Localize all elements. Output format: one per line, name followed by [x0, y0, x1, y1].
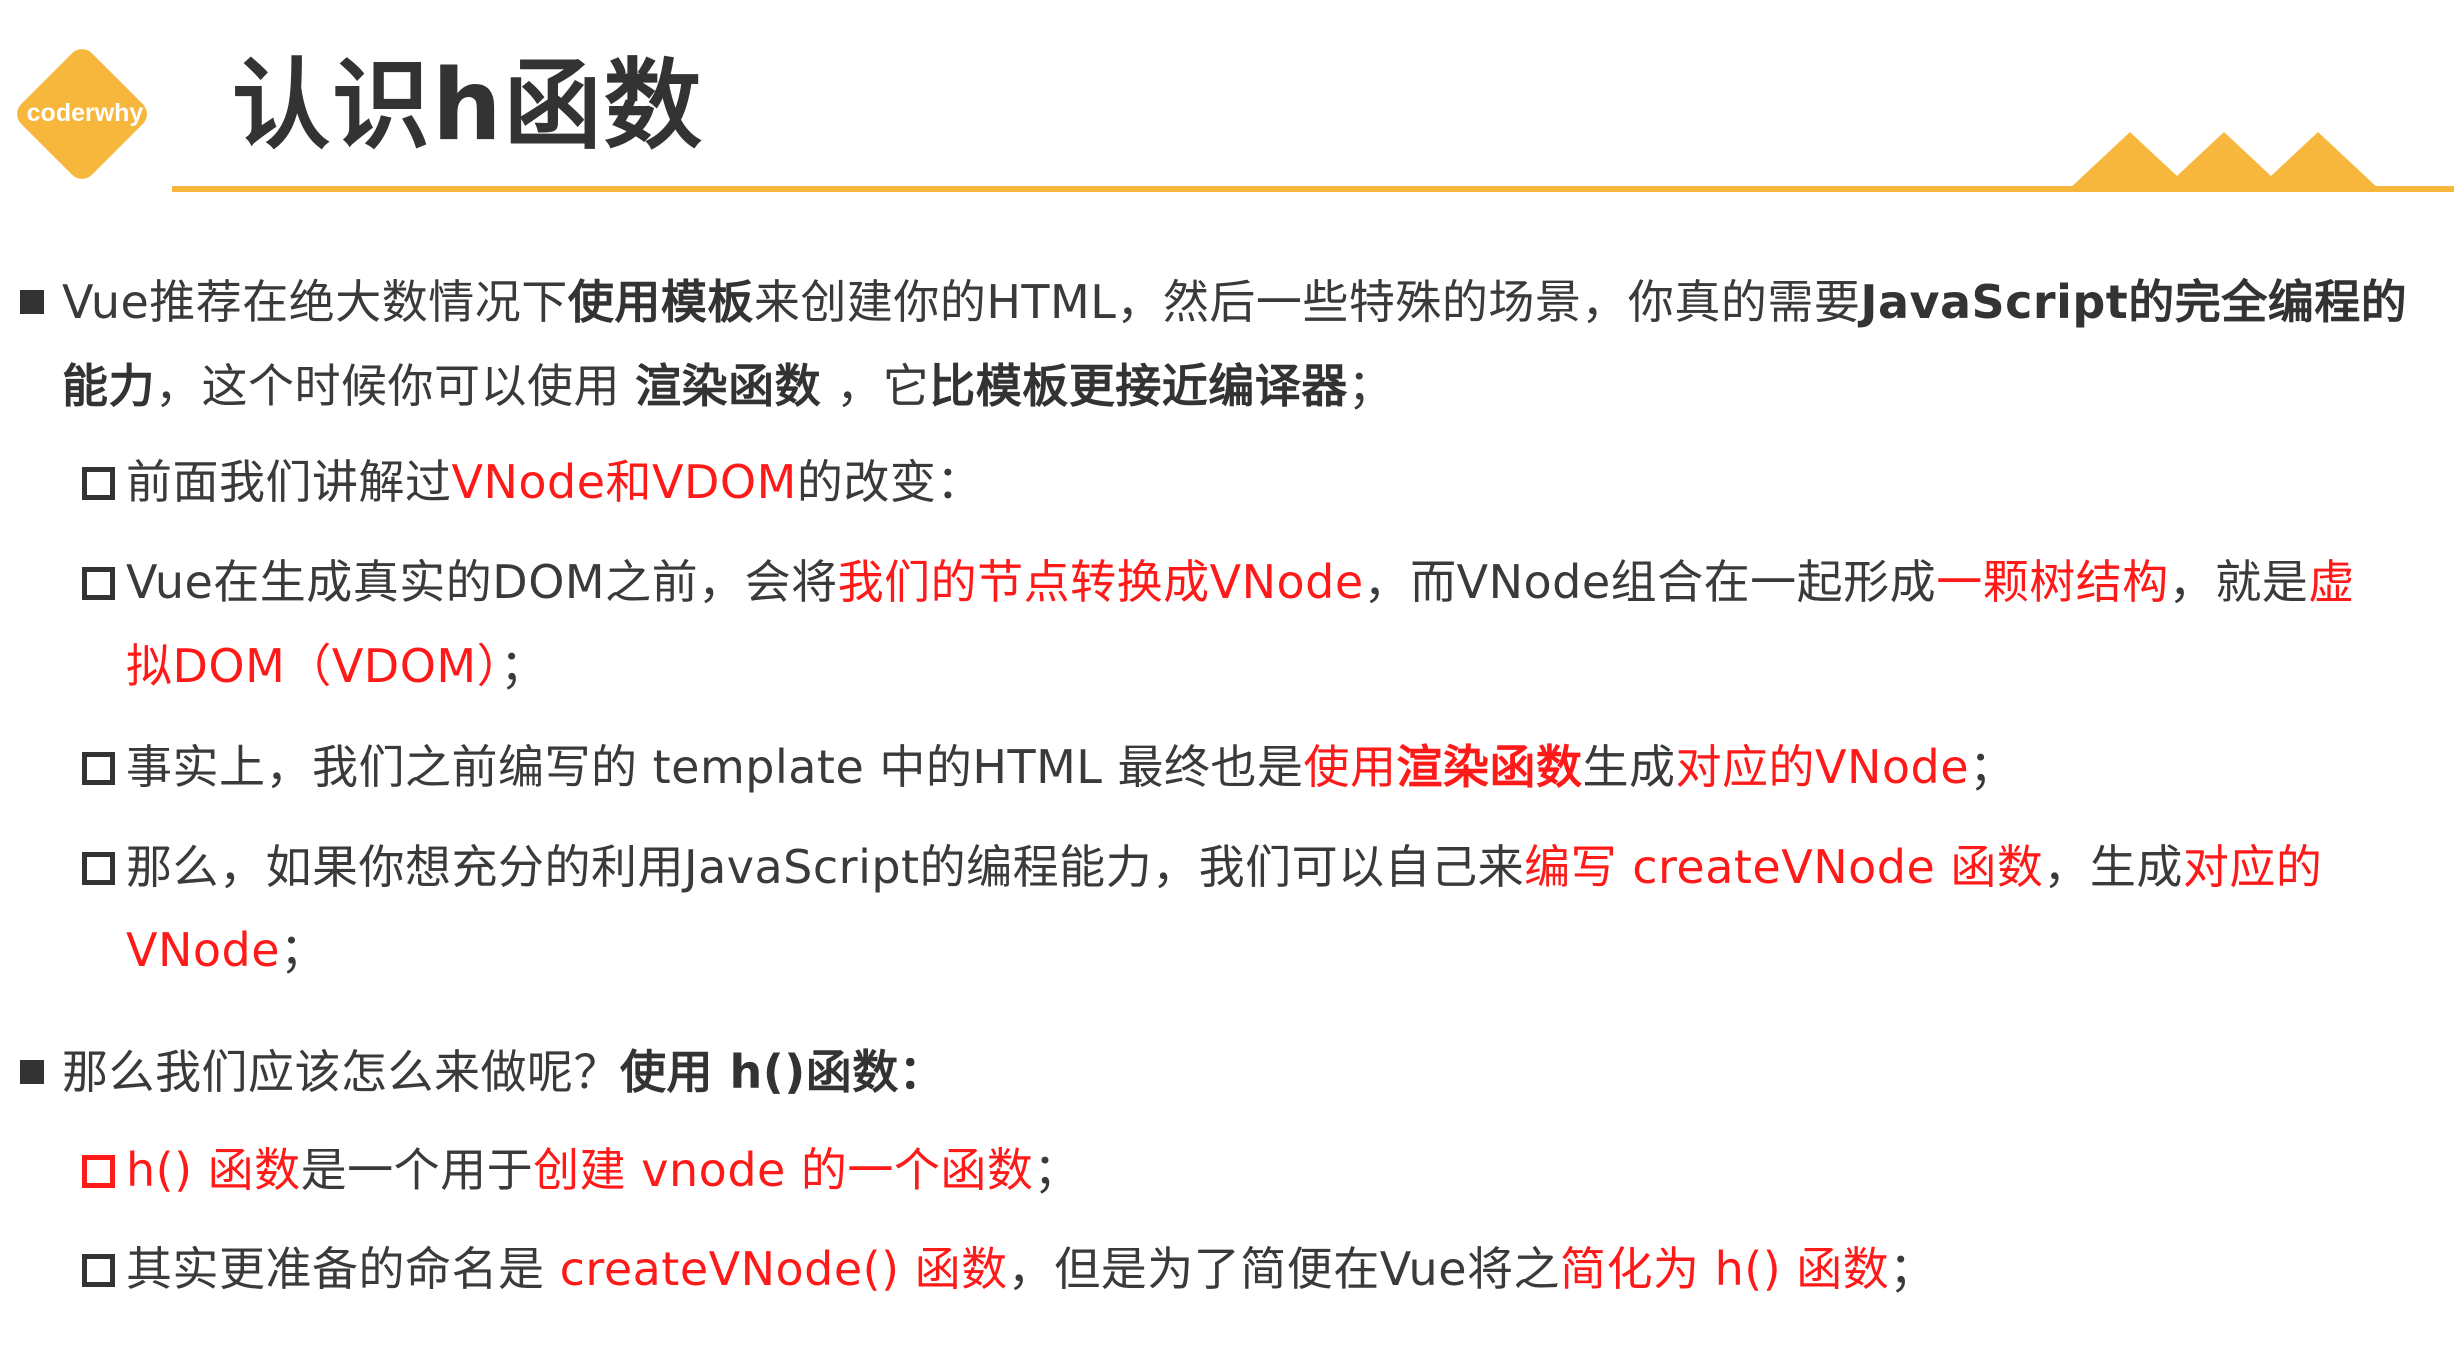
text-run: 生成: [1582, 740, 1676, 794]
hollow-square-bullet: [82, 752, 115, 785]
text-run: 事实上，我们之前编写的 template 中的HTML 最终也是: [126, 740, 1304, 794]
text-run: 渲染函数: [1396, 740, 1583, 794]
text-run: ，但是为了简便在Vue将之: [1007, 1242, 1560, 1296]
text-run: ；: [1969, 740, 2016, 794]
text-run: ；: [500, 639, 547, 693]
sub-item-vnode-vdom: 前面我们讲解过VNode和VDOM的改变：: [126, 452, 983, 512]
text-run: ，它: [821, 359, 930, 413]
text-run: 我们的节点转换成VNode: [837, 555, 1364, 609]
text-run: 比模板更接近编译器: [929, 359, 1348, 413]
hollow-square-bullet: [82, 467, 115, 500]
text-run: 是一个用于: [300, 1143, 534, 1197]
text-run: h() 函数: [126, 1143, 301, 1197]
text-run: 的改变：: [796, 455, 983, 509]
sub-item-createvnode-line-2: VNode；: [126, 920, 327, 980]
text-run: JavaScript的完全编程的: [1860, 275, 2408, 329]
paragraph-1-line-2: 能力，这个时候你可以使用 渲染函数 ，它比模板更接近编译器；: [62, 356, 1394, 416]
text-run: 简化为 h() 函数: [1560, 1242, 1890, 1296]
header-divider: [172, 186, 2454, 192]
sub-item-createvnode-line-1: 那么，如果你想充分的利用JavaScript的编程能力，我们可以自己来编写 cr…: [126, 837, 2322, 897]
text-run: createVNode() 函数: [559, 1242, 1008, 1296]
text-run: 一颗树结构: [1936, 555, 2169, 609]
text-run: 渲染函数: [635, 359, 822, 413]
text-run: VNode: [126, 923, 281, 977]
logo-text: coderwhy: [27, 99, 144, 127]
text-run: Vue推荐在绝大数情况下: [62, 275, 568, 329]
text-run: 拟DOM（VDOM）: [126, 639, 501, 693]
text-run: 创建 vnode 的一个函数: [533, 1143, 1034, 1197]
text-run: 那么，如果你想充分的利用JavaScript的编程能力，我们可以自己来: [126, 840, 1525, 894]
text-run: 那么我们应该怎么来做呢？: [62, 1045, 620, 1099]
text-run: 对应的VNode: [1675, 740, 1970, 794]
text-run: 前面我们讲解过: [126, 455, 452, 509]
sub-item-naming: 其实更准备的命名是 createVNode() 函数，但是为了简便在Vue将之简…: [126, 1239, 1936, 1299]
text-run: 虚: [2308, 555, 2355, 609]
sub-item-virtual-dom-line-1: Vue在生成真实的DOM之前，会将我们的节点转换成VNode，而VNode组合在…: [126, 552, 2355, 612]
text-run: 其实更准备的命名是: [126, 1242, 560, 1296]
square-bullet: [20, 290, 44, 314]
sub-item-h-function: h() 函数是一个用于创建 vnode 的一个函数；: [126, 1140, 1080, 1200]
text-run: ，而VNode组合在一起形成: [1363, 555, 1937, 609]
sub-item-template-render: 事实上，我们之前编写的 template 中的HTML 最终也是使用渲染函数生成…: [126, 737, 2016, 797]
text-run: 使用: [1303, 740, 1397, 794]
text-run: 编写 createVNode 函数: [1524, 840, 2044, 894]
text-run: ；: [280, 923, 327, 977]
hollow-square-bullet: [82, 852, 115, 885]
text-run: 使用模板: [567, 275, 754, 329]
text-run: 能力: [62, 359, 155, 413]
text-run: 来创建你的HTML，然后一些特殊的场景，你真的需要: [753, 275, 1861, 329]
page-title: 认识h函数: [232, 49, 704, 163]
text-run: ，这个时候你可以使用: [155, 359, 636, 413]
text-run: ；: [1033, 1143, 1080, 1197]
text-run: 使用 h()函数：: [620, 1045, 946, 1099]
paragraph-1-line-1: Vue推荐在绝大数情况下使用模板来创建你的HTML，然后一些特殊的场景，你真的需…: [62, 272, 2407, 332]
sub-item-virtual-dom-line-2: 拟DOM（VDOM）；: [126, 636, 547, 696]
text-run: 对应的: [2182, 840, 2323, 894]
paragraph-2: 那么我们应该怎么来做呢？使用 h()函数：: [62, 1042, 945, 1102]
text-run: Vue在生成真实的DOM之前，会将: [126, 555, 838, 609]
text-run: ，生成: [2043, 840, 2183, 894]
text-run: VNode和VDOM: [451, 455, 797, 509]
text-run: ；: [1347, 359, 1395, 413]
hollow-square-bullet: [82, 1254, 115, 1287]
text-run: ，就是: [2168, 555, 2309, 609]
square-bullet: [20, 1060, 44, 1084]
coderwhy-logo: coderwhy: [2, 34, 162, 194]
hollow-square-bullet: [82, 567, 115, 600]
mountain-peak: [2256, 132, 2380, 190]
mountain-decoration: [2068, 132, 2380, 190]
text-run: ；: [1889, 1242, 1936, 1296]
red-hollow-square-bullet: [82, 1155, 115, 1188]
